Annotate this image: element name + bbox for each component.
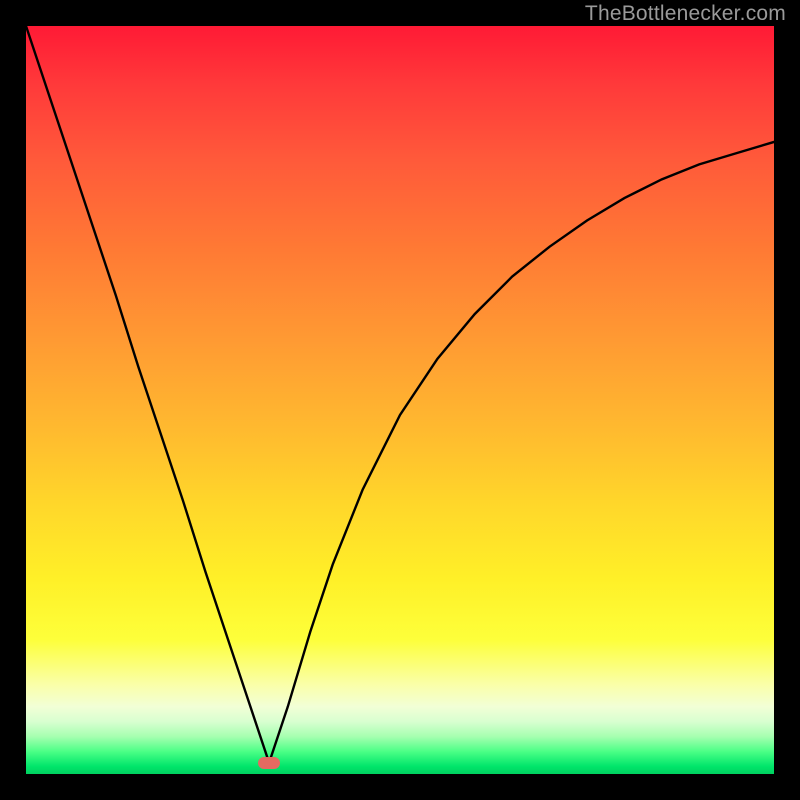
bottleneck-curve: [26, 26, 774, 774]
chart-frame: TheBottlenecker.com: [0, 0, 800, 800]
chart-plot-area: [26, 26, 774, 774]
minimum-marker: [258, 757, 280, 769]
watermark-text: TheBottlenecker.com: [585, 2, 786, 26]
curve-path: [26, 26, 774, 763]
